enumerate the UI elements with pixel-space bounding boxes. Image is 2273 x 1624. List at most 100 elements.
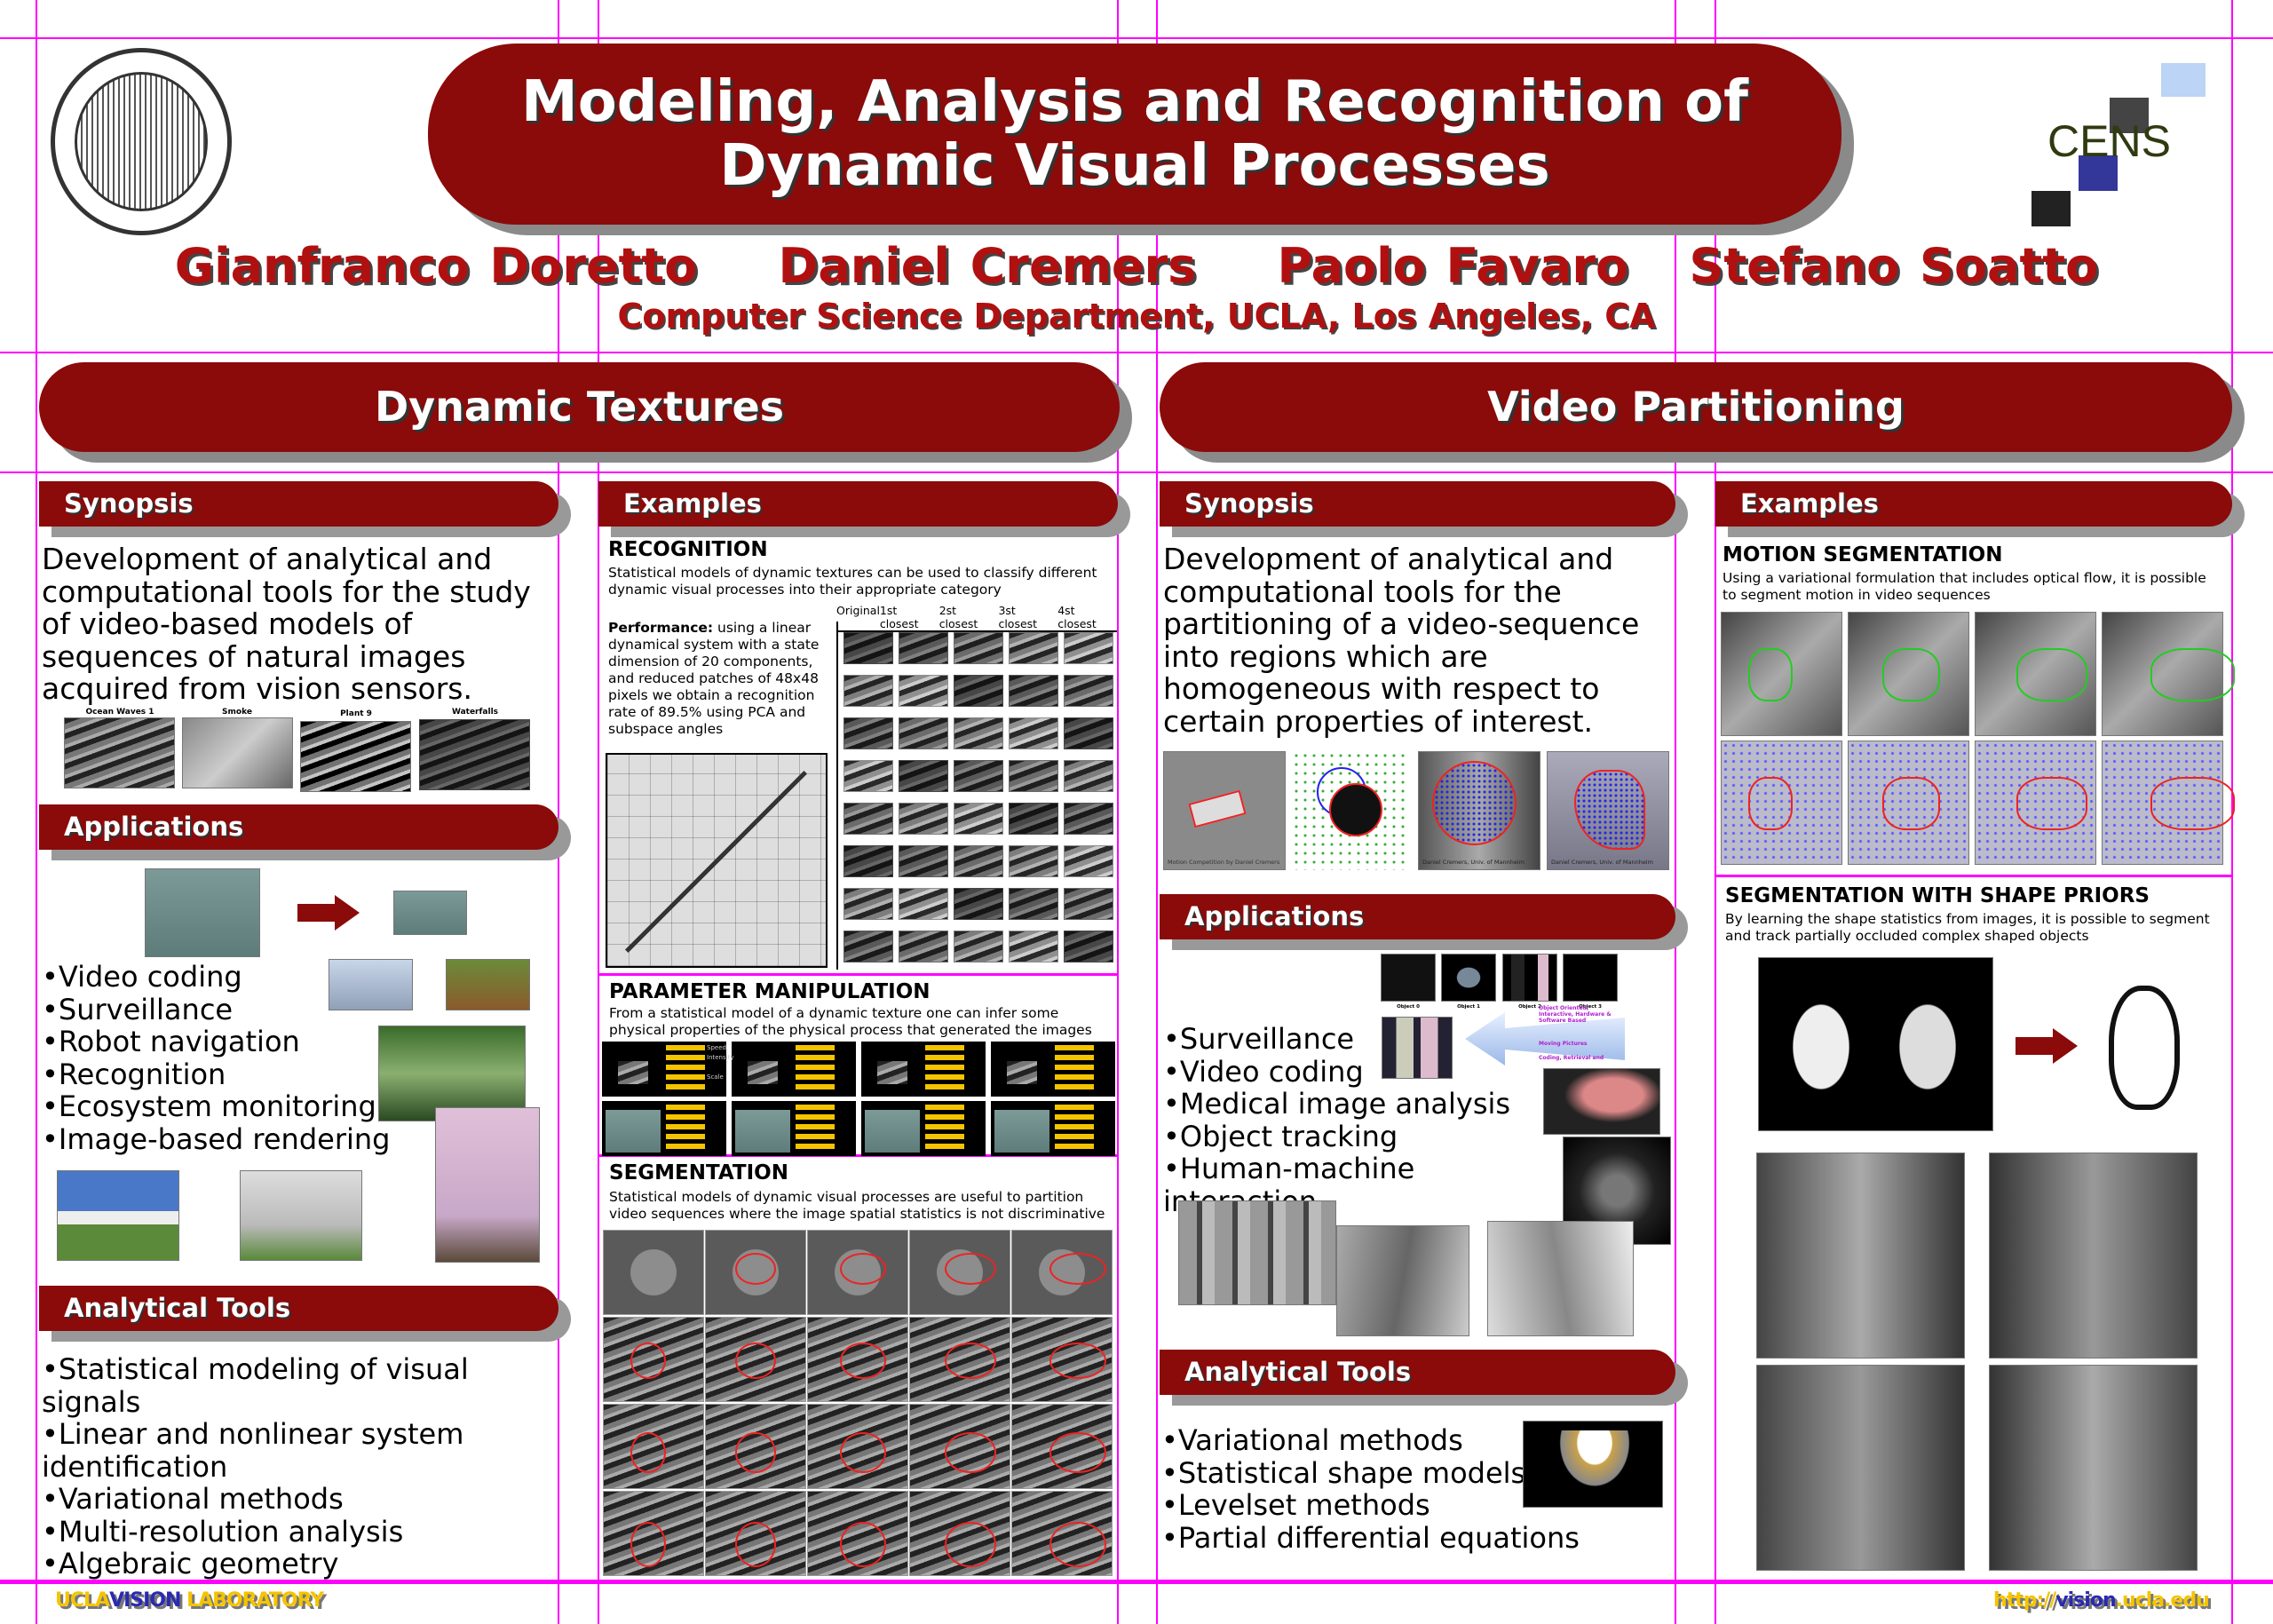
cremers-image-1: Daniel Cremers, Univ. of Mannheim [1418,751,1540,870]
recognition-thumbnail [1064,632,1113,664]
recognition-thumbnail [899,717,948,749]
university-seal-logo [51,48,232,235]
texture-preview [606,1110,661,1153]
recognition-thumbnail [1064,845,1113,877]
recognition-thumbnail [1064,675,1113,707]
list-item: •Object tracking [1163,1119,1398,1153]
recognition-text: Statistical models of dynamic textures c… [608,565,1097,598]
subheader-analytical-tools: Analytical Tools [1160,1350,1675,1395]
recognition-thumbnail [1009,717,1058,749]
motion-frame [1975,741,2096,865]
motion-contour [2150,648,2235,701]
segmentation-contour [630,1522,666,1567]
segmentation-frame [807,1491,908,1576]
texture-image-waterfall [419,719,530,790]
parameter-slider [666,1134,705,1139]
affiliation: Computer Science Department, UCLA, Los A… [617,297,1656,336]
segmentation-contour [840,1253,886,1285]
recognition-thumbnail [843,845,893,877]
arrow-text: Object Oriented, Interactive, Hardware &… [1539,1005,1612,1024]
recognition-thumbnail-grid [836,622,1117,970]
segmentation-contour [840,1343,886,1379]
recognition-thumbnail [954,760,1003,792]
parameter-slider [1055,1084,1094,1089]
recognition-thumbnail [1064,760,1113,792]
synopsis-text: Development of analytical and computatio… [42,542,531,706]
shape-priors-title: SEGMENTATION WITH SHAPE PRIORS [1725,884,2150,907]
segmentation-contour [840,1522,886,1567]
parameter-slider [925,1084,964,1089]
recognition-thumbnail [843,760,893,792]
author: Daniel Cremers [778,238,1197,294]
recognition-thumbnail [1064,803,1113,835]
parameter-slider [925,1144,964,1149]
texture-preview [994,1110,1049,1153]
parameter-slider [666,1124,705,1129]
segmentation-contour [1049,1432,1106,1473]
subheader-analytical-tools: Analytical Tools [39,1286,558,1331]
recognition-thumbnail [843,888,893,920]
footer-url[interactable]: http://vision.ucla.edu [1993,1589,2210,1612]
parameter-slider [666,1055,705,1060]
motion-frame [1848,741,1969,865]
section-title-video-partitioning: Video Partitioning [1160,362,2232,452]
shape-priors-text: By learning the shape statistics from im… [1725,911,2210,944]
title-line: Modeling, Analysis and Recognition of [521,69,1748,135]
list-item: •Video coding [1163,1054,1364,1089]
parameter-slider [796,1084,835,1089]
segmentation-frame [705,1491,806,1576]
segmentation-frame [807,1230,908,1315]
segmentation-contour [630,1343,666,1379]
segmentation-contour [945,1432,996,1473]
texture-image-smoke [182,717,293,788]
segmentation-frame [1011,1404,1113,1489]
parking-lot-image [1178,1200,1336,1305]
recognition-thumbnail [843,632,893,664]
compressed-image [393,891,467,935]
segmentation-contour [735,1432,776,1473]
segmentation-frame [807,1404,908,1489]
parameter-slider [666,1114,705,1120]
parameter-panel [602,1101,726,1156]
recognition-thumbnail [899,803,948,835]
list-item: •Linear and nonlinear system identificat… [42,1417,464,1484]
parameter-slider [1055,1105,1094,1110]
subheader-applications: Applications [39,804,558,850]
list-item: •Robot navigation [42,1025,300,1058]
recognition-thumbnail [899,632,948,664]
shape-prior-contour [2109,986,2180,1110]
recognition-thumbnail [899,888,948,920]
cremers-image-2: Daniel Cremers, Univ. of Mannheim [1547,751,1669,870]
subheader-applications: Applications [1160,894,1675,939]
list-item: •Surveillance [42,992,234,1026]
poster-title: Modeling, Analysis and Recognition of Dy… [428,44,1841,225]
subheader-synopsis: Synopsis [1160,481,1675,527]
motion-contour [2016,648,2087,701]
traffic-image [1487,1221,1634,1336]
motion-frame [1975,612,2096,736]
segmentation-contour [735,1253,776,1285]
applications-list: •Video coding •Surveillance •Robot navig… [42,961,415,1155]
parameter-slider [796,1045,835,1050]
parameter-slider [925,1134,964,1139]
recognition-thumbnail [843,931,893,963]
list-item: •Surveillance [1163,1022,1355,1056]
parameter-slider [666,1105,705,1110]
tracking-frame [1989,1365,2198,1571]
parameter-slider [925,1074,964,1080]
segmentation-frame [807,1317,908,1402]
segmentation-frame [705,1230,806,1315]
lighthouse-image [57,1170,179,1261]
texture-preview [877,1061,907,1084]
parameter-panel [991,1042,1115,1097]
param-label: Intensity [707,1054,734,1061]
recognition-thumbnail [899,845,948,877]
tracking-frame [1756,1153,1965,1359]
fog-image [240,1170,362,1261]
parameter-slider [1055,1114,1094,1120]
recognition-thumbnail [1009,632,1058,664]
recognition-thumbnail [954,931,1003,963]
list-item: •Variational methods [42,1482,344,1516]
recognition-thumbnail [1009,931,1058,963]
arrow-right-icon [297,895,360,931]
